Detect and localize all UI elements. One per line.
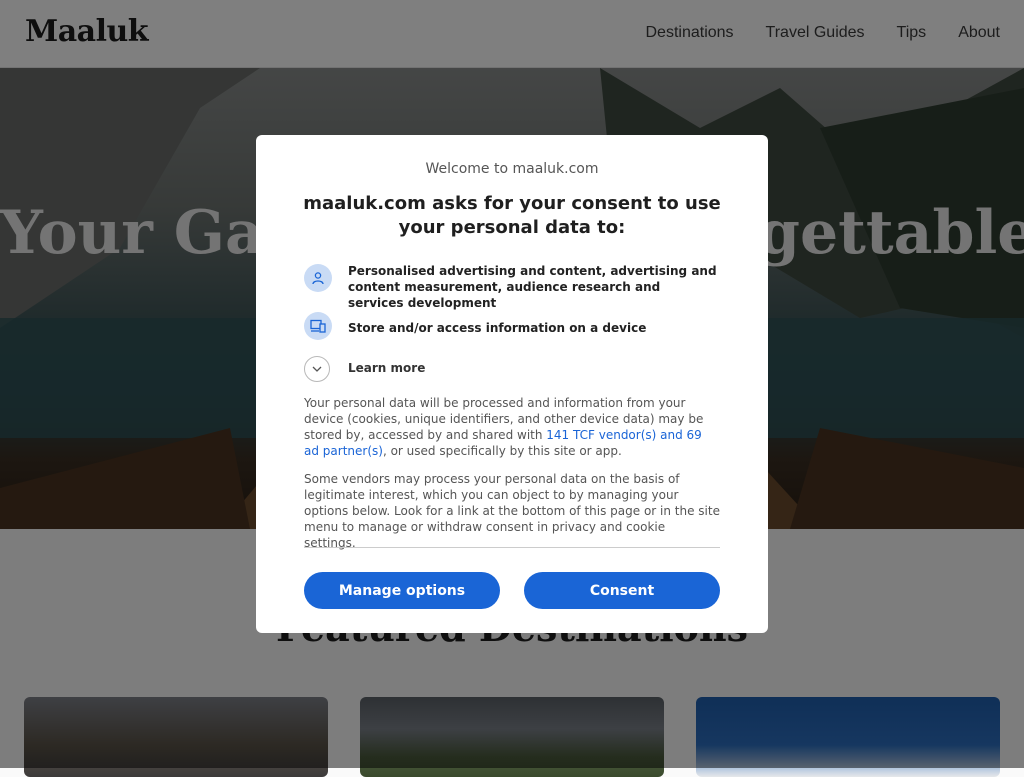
- para1-text-end: , or used specifically by this site or a…: [382, 444, 622, 458]
- consent-welcome: Welcome to maaluk.com: [425, 161, 599, 177]
- manage-options-button[interactable]: Manage options: [304, 572, 500, 609]
- purpose-text: Personalised advertising and content, ad…: [348, 264, 717, 310]
- consent-button[interactable]: Consent: [524, 572, 720, 609]
- consent-heading: maaluk.com asks for your consent to use …: [303, 193, 721, 238]
- learn-more-button[interactable]: [304, 356, 330, 382]
- dialog-divider: [304, 547, 720, 548]
- person-icon: [304, 264, 332, 292]
- learn-more-label[interactable]: Learn more: [348, 361, 425, 375]
- devices-icon: [304, 312, 332, 340]
- consent-dialog: Welcome to maaluk.com maaluk.com asks fo…: [256, 135, 768, 633]
- chevron-down-icon: [312, 366, 322, 372]
- consent-paragraph-1: Your personal data will be processed and…: [304, 395, 720, 459]
- consent-paragraph-2: Some vendors may process your personal d…: [304, 472, 720, 550]
- purpose-text: Store and/or access information on a dev…: [348, 321, 647, 335]
